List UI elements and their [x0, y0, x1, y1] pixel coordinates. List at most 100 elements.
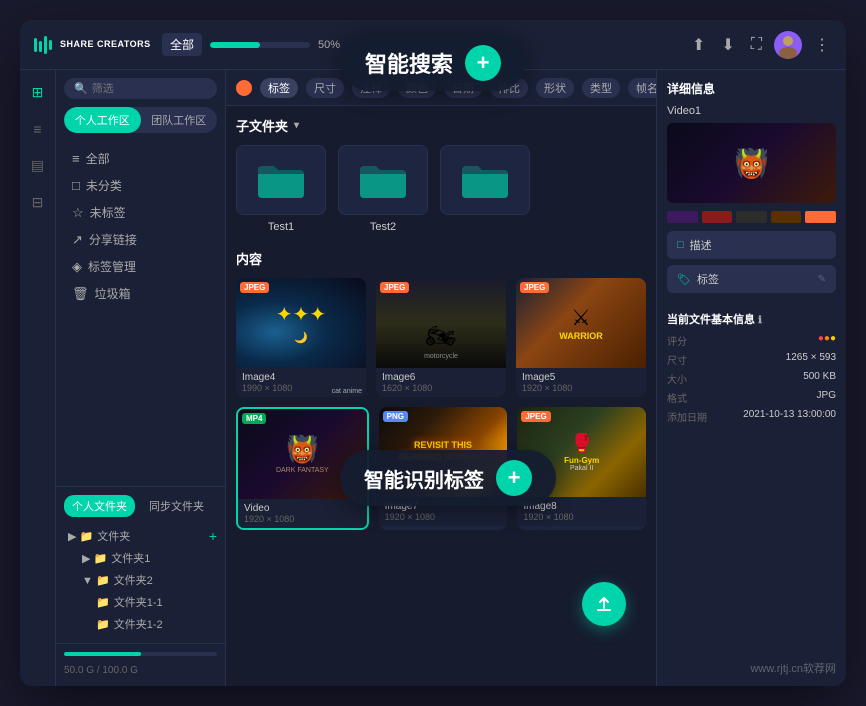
filter-tag-8[interactable]: 帧名 [628, 78, 656, 98]
filter-tag-1[interactable]: 尺寸 [306, 78, 344, 98]
filter-dot [236, 80, 252, 96]
media-item-image6[interactable]: JPEG 🏍 motorcycle Image6 1620 × 1080 [376, 278, 506, 397]
media-size-image5: 1920 × 1080 [522, 383, 640, 393]
desc-icon: □ [677, 239, 684, 251]
download-icon[interactable]: ⬇ [717, 31, 738, 59]
subfolder-section-label: 子文件夹 ▾ [236, 116, 646, 135]
file-tree-item-2-1[interactable]: 📁 文件夹1-1 [92, 591, 217, 613]
info-row-size: 尺寸 1265 × 593 [667, 352, 836, 367]
detail-action-desc[interactable]: □ 描述 [667, 231, 836, 259]
content-section-label: 内容 [236, 249, 646, 268]
nav-items: ≡ 全部 □ 未分类 ☆ 未标签 ↗ 分享链接 ◈ 标签管理 [56, 141, 225, 486]
nav-item-untagged[interactable]: ☆ 未标签 [64, 199, 217, 226]
media-item-image4[interactable]: JPEG ✦✦✦ 🌙 cat anime Image4 1990 × 1080 [236, 278, 366, 397]
tab-team-workspace[interactable]: 团队工作区 [141, 107, 218, 133]
detail-action-tag[interactable]: 🏷 标签 ✎ [667, 265, 836, 293]
info-row-rating: 评分 ●●● [667, 333, 836, 348]
folder-icon: ▶ 📁 [68, 530, 93, 543]
media-name-image6: Image6 [382, 372, 500, 383]
detail-thumb: 👹 [667, 123, 836, 203]
storage-progress [64, 652, 217, 656]
sidebar-icon-layers[interactable]: ⊟ [28, 190, 48, 215]
media-size-image7: 1920 × 1080 [385, 512, 502, 522]
folder-icon-wrap-3 [440, 145, 530, 215]
swatch-1 [702, 211, 733, 223]
subfolder-dropdown-arrow[interactable]: ▾ [294, 120, 299, 131]
detail-thumbnail: 👹 [667, 123, 836, 203]
smart-tag-plus-btn[interactable]: + [496, 460, 532, 496]
sidebar-icon-list[interactable]: ≡ [29, 117, 45, 141]
rating-label: 评分 [667, 333, 687, 348]
smart-search-plus-btn[interactable]: + [465, 45, 501, 81]
folder-icon-wrap-1 [236, 145, 326, 215]
file-tree-item-2[interactable]: ▼ 📁 文件夹2 [78, 569, 217, 591]
storage-progress-fill [64, 652, 141, 656]
media-item-image5[interactable]: JPEG ⚔ WARRIOR Image5 1920 × 1080 [516, 278, 646, 397]
smart-tag-popup: 智能识别标签 + [340, 450, 556, 506]
nav-item-uncategorized[interactable]: □ 未分类 [64, 172, 217, 199]
folder-item-test1[interactable]: Test1 [236, 145, 326, 233]
add-folder-btn[interactable]: + [209, 528, 217, 544]
nav-item-trash[interactable]: 🗑 垃圾箱 [64, 280, 217, 307]
folder-item-test2[interactable]: Test2 [338, 145, 428, 233]
filter-tag-0[interactable]: 标签 [260, 78, 298, 98]
expand-icon[interactable]: ⛶ [747, 32, 766, 58]
sidebar-icon-home[interactable]: ⊞ [28, 80, 48, 105]
sidebar-icons: ⊞ ≡ ▤ ⊟ [20, 70, 56, 686]
app-container: SHARE CREATORS 全部 50% ⬆ ⬇ ⛶ ⋮ [20, 20, 846, 686]
nav-item-tag-manage[interactable]: ◈ 标签管理 [64, 253, 217, 280]
folder-name-test2: Test2 [370, 221, 396, 233]
workspace-tabs: 个人工作区 团队工作区 [64, 107, 217, 133]
info-row-filesize: 大小 500 KB [667, 371, 836, 386]
share-icon: ↗ [72, 232, 83, 248]
search-input[interactable] [92, 83, 207, 95]
filter-tag-6[interactable]: 形状 [536, 78, 574, 98]
upload-btn[interactable] [582, 582, 626, 626]
filter-tag-7[interactable]: 类型 [582, 78, 620, 98]
file-tree-root[interactable]: ▶ 📁 文件夹 [64, 525, 134, 547]
detail-actions: □ 描述 🏷 标签 ✎ [667, 231, 836, 293]
logo-icon [32, 34, 54, 56]
subfolder-label-text: 子文件夹 [236, 116, 288, 135]
filesize-value: 500 KB [803, 371, 836, 386]
right-panel: 详细信息 Video1 👹 □ 描述 [656, 70, 846, 686]
file-tree-item-2-2[interactable]: 📁 文件夹1-2 [92, 613, 217, 635]
nav-label-share: 分享链接 [89, 231, 137, 248]
subfolder-label-1-2: 文件夹1-2 [114, 616, 163, 632]
sidebar-icon-menu[interactable]: ▤ [27, 153, 48, 178]
more-icon[interactable]: ⋮ [810, 31, 834, 59]
nav-item-all[interactable]: ≡ 全部 [64, 145, 217, 172]
color-swatches [667, 211, 836, 223]
media-name-video: Video [244, 503, 361, 514]
nav-label-uncategorized: 未分类 [86, 177, 122, 194]
folder-icon-wrap-2 [338, 145, 428, 215]
tag-manage-icon: ◈ [72, 259, 82, 275]
swatch-4 [805, 211, 836, 223]
all-label[interactable]: 全部 [162, 33, 202, 56]
storage-bar: 50.0 G / 100.0 G [56, 643, 225, 686]
badge-image5: JPEG [520, 282, 549, 293]
folder-item-2-label: 文件夹2 [114, 572, 153, 588]
tab-personal-workspace[interactable]: 个人工作区 [64, 107, 141, 133]
media-size-image6: 1620 × 1080 [382, 383, 500, 393]
desc-label: 描述 [690, 237, 712, 253]
subfolder-icon-1-1: 📁 [96, 596, 110, 609]
trash-icon: 🗑 [72, 286, 89, 302]
search-box[interactable]: 🔍 [64, 78, 217, 99]
nav-item-share[interactable]: ↗ 分享链接 [64, 226, 217, 253]
file-info-title: 当前文件基本信息 ℹ [667, 311, 836, 327]
size-value: 1265 × 593 [786, 352, 836, 367]
info-icon: ℹ [758, 315, 762, 326]
anime-char: 🌙 [294, 331, 308, 344]
file-tab-personal[interactable]: 个人文件夹 [64, 495, 135, 517]
media-info-image6: Image6 1620 × 1080 [376, 368, 506, 397]
upload-icon[interactable]: ⬆ [688, 31, 709, 59]
avatar[interactable] [774, 31, 802, 59]
tag-edit-icon[interactable]: ✎ [818, 274, 826, 285]
progress-bar-fill [210, 42, 260, 48]
smart-search-label: 智能搜索 [365, 47, 453, 79]
file-tree-item-1[interactable]: ▶ 📁 文件夹1 [78, 547, 217, 569]
folder-item-empty[interactable] [440, 145, 530, 233]
media-info-video: Video 1920 × 1080 [238, 499, 367, 528]
file-tab-sync[interactable]: 同步文件夹 [141, 495, 212, 517]
